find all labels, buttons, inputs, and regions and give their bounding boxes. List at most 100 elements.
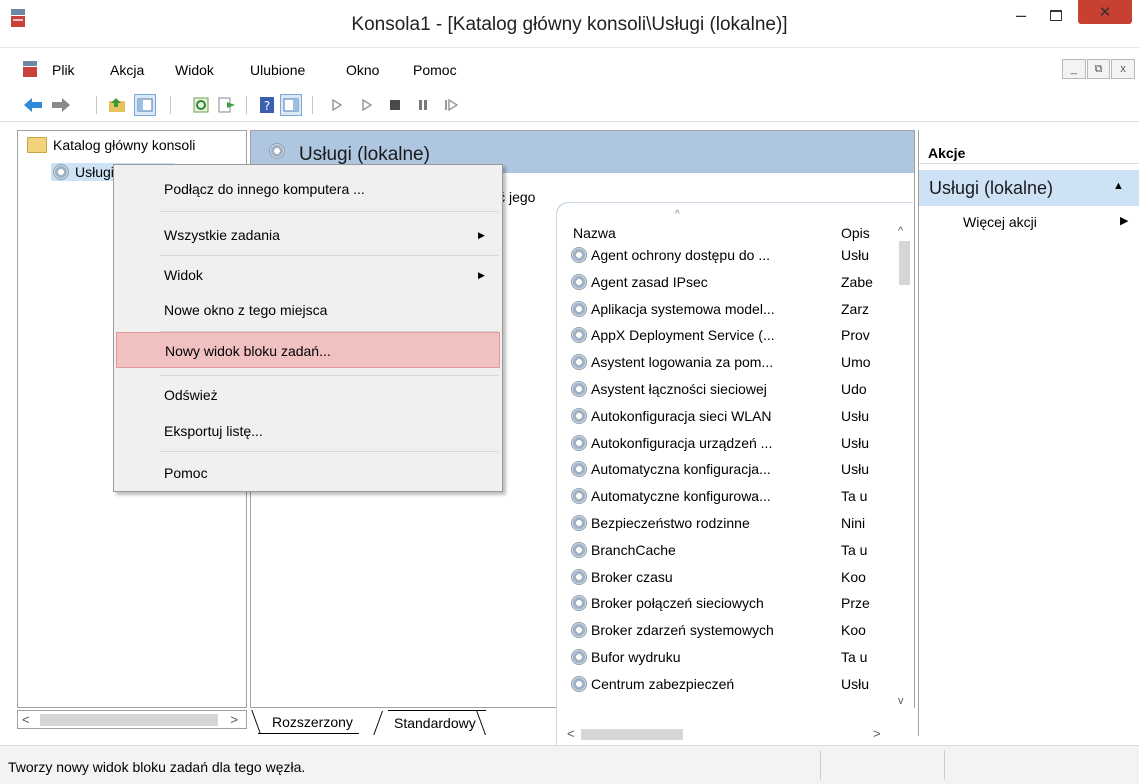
menu-pomoc[interactable]: Pomoc — [413, 62, 457, 78]
resume-service-icon[interactable] — [440, 94, 462, 116]
service-row[interactable]: Centrum zabezpieczeń Usłu — [571, 672, 891, 696]
help-icon[interactable]: ? — [256, 94, 278, 116]
minimize-button[interactable]: – — [1006, 0, 1036, 30]
service-name: Automatyczne konfigurowa... — [591, 488, 771, 505]
menu-item-label: Odśwież — [164, 387, 218, 403]
menu-item-new-taskpad-view[interactable]: Nowy widok bloku zadań... — [116, 332, 500, 368]
scroll-down-icon[interactable]: v — [898, 695, 904, 707]
service-name: Broker zdarzeń systemowych — [591, 622, 774, 639]
back-arrow-icon[interactable] — [22, 94, 44, 116]
service-row[interactable]: Aplikacja systemowa model... Zarz — [571, 297, 891, 321]
menu-item-new-window[interactable]: Nowe okno z tego miejsca — [116, 292, 500, 328]
actions-section-title: Usługi (lokalne) — [929, 178, 1054, 198]
scroll-thumb[interactable] — [899, 241, 910, 285]
close-button[interactable]: ✕ — [1078, 0, 1132, 24]
service-row[interactable]: Autokonfiguracja urządzeń ... Usłu — [571, 431, 891, 455]
menu-separator — [160, 375, 498, 376]
menu-item-connect-computer[interactable]: Podłącz do innego komputera ... — [116, 171, 500, 207]
service-name: Agent zasad IPsec — [591, 273, 708, 290]
list-header: ^ Nazwa Opis — [557, 203, 914, 243]
context-menu: Podłącz do innego komputera ... Wszystki… — [113, 164, 503, 492]
service-row[interactable]: BranchCache Ta u — [571, 538, 891, 562]
scroll-thumb[interactable] — [40, 714, 218, 726]
toolbar-separator — [96, 96, 97, 114]
mdi-window-controls: _ ⧉ x — [1061, 59, 1136, 79]
service-row[interactable]: Broker zdarzeń systemowych Koo — [571, 618, 891, 642]
list-vertical-scrollbar[interactable]: ^ v — [896, 211, 913, 725]
services-gear-icon — [269, 143, 285, 159]
menu-bar: Plik Akcja Widok Ulubione Okno Pomoc — [0, 54, 1139, 84]
up-folder-icon[interactable] — [106, 94, 128, 116]
more-actions-item[interactable]: Więcej akcji — [963, 214, 1037, 230]
service-row[interactable]: Broker czasu Koo — [571, 565, 891, 589]
tab-extended[interactable]: Rozszerzony — [258, 710, 359, 734]
actions-title: Akcje — [919, 134, 1139, 164]
service-row[interactable]: Asystent logowania za pom... Umo — [571, 350, 891, 374]
service-row[interactable]: Bezpieczeństwo rodzinne Nini — [571, 511, 891, 535]
menu-item-export-list[interactable]: Eksportuj listę... — [116, 413, 500, 449]
service-row[interactable]: Agent ochrony dostępu do ... Usłu — [571, 243, 891, 267]
forward-arrow-icon[interactable] — [50, 94, 72, 116]
menu-akcja[interactable]: Akcja — [110, 62, 144, 78]
menu-item-label: Widok — [164, 267, 203, 283]
menu-item-refresh[interactable]: Odśwież — [116, 377, 500, 413]
menu-okno[interactable]: Okno — [346, 62, 379, 78]
menu-item-label: Nowy widok bloku zadań... — [165, 343, 331, 359]
scroll-up-icon[interactable]: ^ — [898, 225, 903, 237]
service-row[interactable]: Automatyczne konfigurowa... Ta u — [571, 484, 891, 508]
service-description: Umo — [841, 354, 871, 371]
mmc-document-icon[interactable] — [22, 60, 38, 78]
tree-item-root[interactable]: Katalog główny konsoli — [27, 137, 195, 153]
service-name: Autokonfiguracja urządzeń ... — [591, 434, 773, 451]
stop-service-icon[interactable] — [384, 94, 406, 116]
service-name: Automatyczna konfiguracja... — [591, 461, 771, 478]
service-row[interactable]: Bufor wydruku Ta u — [571, 645, 891, 669]
scroll-right-icon[interactable]: > — [230, 712, 238, 727]
service-row[interactable]: Agent zasad IPsec Zabe — [571, 270, 891, 294]
service-name: Asystent logowania za pom... — [591, 354, 774, 371]
menu-plik[interactable]: Plik — [52, 62, 75, 78]
service-description: Zabe — [841, 273, 873, 290]
toolbar-separator — [170, 96, 171, 114]
service-gear-icon — [571, 273, 587, 290]
maximize-icon — [1050, 9, 1062, 21]
menu-ulubione[interactable]: Ulubione — [250, 62, 305, 78]
service-row[interactable]: Broker połączeń sieciowych Prze — [571, 591, 891, 615]
menu-item-view[interactable]: Widok ▶ — [116, 257, 500, 293]
start-service-icon[interactable] — [326, 94, 348, 116]
service-gear-icon — [571, 595, 587, 612]
service-gear-icon — [571, 461, 587, 478]
column-header-name[interactable]: Nazwa — [573, 225, 616, 241]
service-name: Bufor wydruku — [591, 649, 681, 665]
mdi-close-button[interactable]: x — [1111, 59, 1136, 79]
service-row[interactable]: Autokonfiguracja sieci WLAN Usłu — [571, 404, 891, 428]
refresh-icon[interactable] — [190, 94, 212, 116]
start-service-alt-icon[interactable] — [356, 94, 378, 116]
service-row[interactable]: AppX Deployment Service (... Prov — [571, 323, 891, 347]
tab-standard[interactable]: Standardowy — [388, 710, 486, 734]
show-hide-action-pane-icon[interactable] — [280, 94, 302, 116]
service-name: Aplikacja systemowa model... — [591, 300, 775, 317]
actions-section-header[interactable]: Usługi (lokalne) ▲ — [919, 170, 1139, 206]
service-row[interactable]: Automatyczna konfiguracja... Usłu — [571, 457, 891, 481]
service-row[interactable]: Asystent łączności sieciowej Udo — [571, 377, 891, 401]
collapse-up-icon[interactable]: ▲ — [1113, 180, 1124, 192]
show-hide-tree-icon[interactable] — [134, 94, 156, 116]
service-gear-icon — [571, 434, 587, 451]
export-list-icon[interactable] — [216, 94, 238, 116]
menu-item-help[interactable]: Pomoc — [116, 455, 500, 491]
column-header-description[interactable]: Opis — [841, 225, 870, 241]
service-name: BranchCache — [591, 541, 676, 558]
maximize-button[interactable] — [1041, 0, 1071, 30]
service-name: Asystent łączności sieciowej — [591, 381, 767, 397]
pause-service-icon[interactable] — [412, 94, 434, 116]
scroll-left-icon[interactable]: < — [22, 712, 30, 727]
service-gear-icon — [571, 649, 587, 665]
title-bar: Konsola1 - [Katalog główny konsoli\Usług… — [0, 0, 1139, 48]
mdi-minimize-button[interactable]: _ — [1062, 59, 1086, 79]
mdi-restore-button[interactable]: ⧉ — [1086, 59, 1111, 79]
menu-widok[interactable]: Widok — [175, 62, 214, 78]
service-gear-icon — [571, 247, 587, 263]
menu-item-all-tasks[interactable]: Wszystkie zadania ▶ — [116, 217, 500, 253]
tree-horizontal-scrollbar[interactable]: < > — [17, 710, 247, 729]
